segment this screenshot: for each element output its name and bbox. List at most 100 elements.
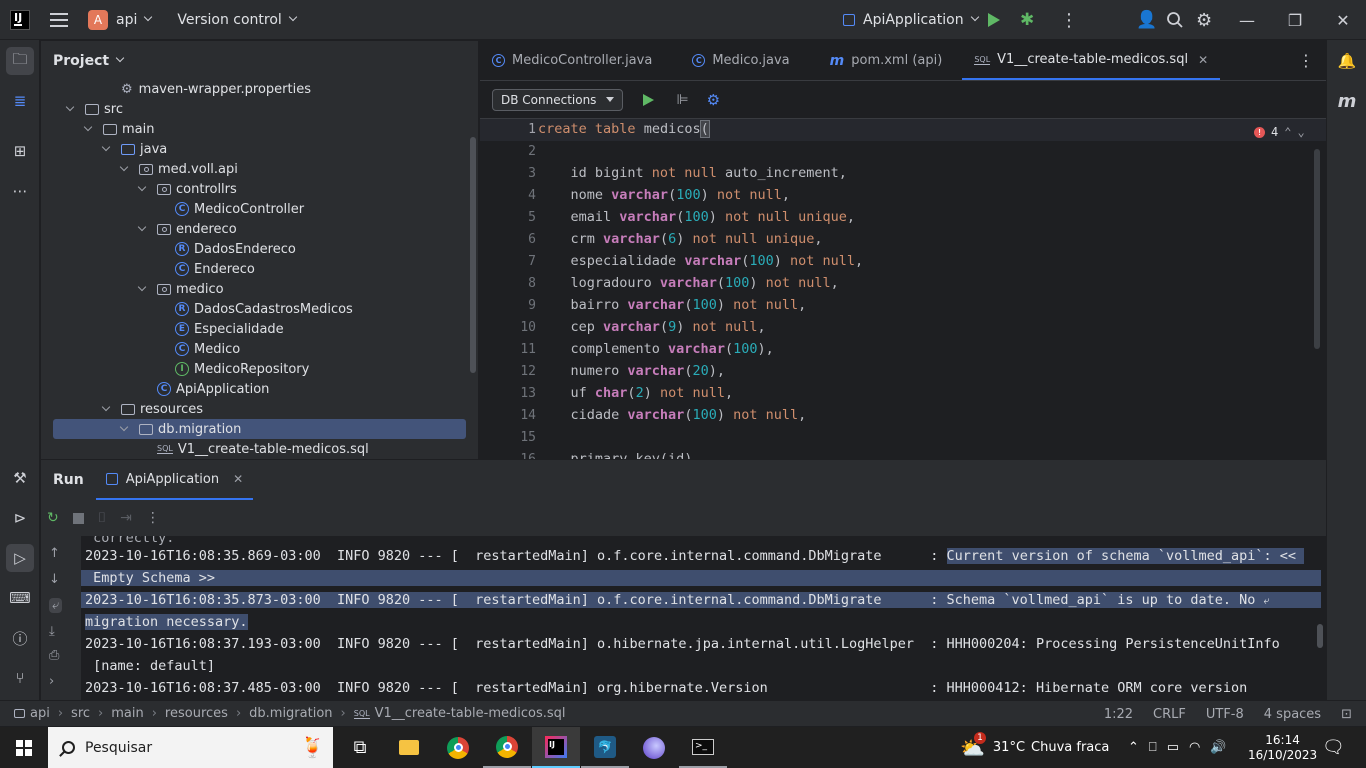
maximize-button[interactable]: ❐ <box>1272 0 1318 40</box>
services-tool-button[interactable]: ⊳ <box>6 504 34 532</box>
scroll-to-end-icon[interactable]: ⤓ <box>49 624 55 639</box>
close-button[interactable]: ✕ <box>1320 0 1366 40</box>
chevron-down-icon[interactable] <box>119 422 129 432</box>
run-config-selector[interactable]: ApiApplication <box>843 0 979 40</box>
execute-file-icon[interactable]: ⊫ <box>676 92 688 108</box>
show-hidden-icons-icon[interactable]: ⌃ <box>1128 740 1139 755</box>
terminal-tool-button[interactable]: ⌨ <box>6 584 34 612</box>
db-connections-dropdown[interactable]: DB Connections <box>492 88 624 111</box>
tab-pom[interactable]: m pom.xml (api) <box>818 41 955 80</box>
battery-icon[interactable]: ▭ <box>1167 740 1179 755</box>
chevron-down-icon[interactable] <box>137 182 147 192</box>
device-icon[interactable]: ⎕ <box>1149 740 1157 755</box>
main-menu-icon[interactable] <box>50 12 68 27</box>
tree-item[interactable]: main <box>41 119 467 139</box>
print-icon[interactable]: ⎙ <box>49 648 59 663</box>
minimize-button[interactable]: — <box>1224 0 1270 40</box>
tree-item[interactable]: medico <box>41 279 467 299</box>
breadcrumb-item[interactable]: resources <box>165 706 228 721</box>
line-separator[interactable]: CRLF <box>1153 707 1186 722</box>
settings-gear-icon[interactable]: ⚙ <box>707 91 720 109</box>
more-tools-button[interactable]: ⋯ <box>6 177 34 205</box>
chevron-down-icon[interactable] <box>65 102 75 112</box>
tree-item[interactable]: src <box>41 99 467 119</box>
database-tool-button[interactable]: ≣ <box>6 87 34 115</box>
execute-icon[interactable] <box>643 93 655 106</box>
breadcrumb-item[interactable]: api <box>30 706 50 721</box>
start-button[interactable] <box>0 727 48 768</box>
intellij-button[interactable]: IJ <box>532 727 580 768</box>
build-tool-button[interactable]: ⚒ <box>6 464 34 492</box>
wifi-icon[interactable]: ◠ <box>1189 740 1200 755</box>
console-output[interactable]: correctly. 2023-10-16T16:08:35.869-03:00… <box>81 536 1326 700</box>
tree-item[interactable]: java <box>41 139 467 159</box>
browser-app-button[interactable] <box>630 727 678 768</box>
mysql-workbench-button[interactable]: 🐬 <box>581 727 629 768</box>
settings-button[interactable]: ⚙ <box>1196 0 1212 40</box>
console-scrollbar[interactable] <box>1317 624 1323 648</box>
run-tool-button[interactable]: ▷ <box>6 544 34 572</box>
tree-item[interactable]: I MedicoRepository <box>41 359 467 379</box>
weather-widget[interactable]: ⛅ 1 31°C Chuva fraca <box>960 727 1109 768</box>
tree-item[interactable]: endereco <box>41 219 467 239</box>
chevron-down-icon[interactable] <box>288 12 298 21</box>
chrome-button[interactable] <box>434 727 482 768</box>
search-button[interactable] <box>1166 0 1184 40</box>
tree-item[interactable]: C ApiApplication <box>41 379 467 399</box>
previous-highlight-icon[interactable]: ⌃ <box>1284 125 1291 139</box>
run-button[interactable] <box>988 0 1000 40</box>
taskbar-search[interactable]: Pesquisar 🍹 <box>48 727 333 768</box>
project-panel-header[interactable]: Project <box>41 41 478 81</box>
notifications-button[interactable]: 🔔 <box>1333 47 1361 75</box>
close-tab-icon[interactable]: ✕ <box>233 472 243 486</box>
chevron-down-icon[interactable] <box>144 12 153 21</box>
more-actions-button[interactable]: ⋮ <box>1060 0 1078 40</box>
scroll-up-icon[interactable]: ↑ <box>49 546 60 561</box>
breadcrumb-item[interactable]: db.migration <box>249 706 332 721</box>
tree-item[interactable]: controllrs <box>41 179 467 199</box>
terminal-button[interactable]: >_ <box>679 727 727 768</box>
caret-position[interactable]: 1:22 <box>1104 707 1133 722</box>
chrome-profile-button[interactable] <box>483 727 531 768</box>
task-view-button[interactable]: ⧉ <box>336 727 384 768</box>
code-area[interactable]: 1 2 3 4 5 6 7 8 9 10 11 12 13 14 15 16 c… <box>480 119 1326 459</box>
tab-sql[interactable]: SQL V1__create-table-medicos.sql ✕ <box>962 41 1221 80</box>
git-tool-button[interactable]: ⑂ <box>6 664 34 692</box>
more-vertical-icon[interactable]: ⋮ <box>146 510 160 526</box>
project-tool-button[interactable]: 🗀 <box>6 47 34 75</box>
tree-item-selected[interactable]: db.migration <box>53 419 466 439</box>
editor-scrollbar[interactable] <box>1314 149 1320 349</box>
maven-tool-button[interactable]: m <box>1333 87 1361 115</box>
tree-item[interactable]: C Medico <box>41 339 467 359</box>
rerun-icon[interactable]: ↻ <box>47 510 59 526</box>
project-scrollbar[interactable] <box>470 137 476 373</box>
tree-item[interactable]: ⚙ maven-wrapper.properties <box>41 79 467 99</box>
tree-item[interactable]: resources <box>41 399 467 419</box>
version-control-menu[interactable]: Version control <box>177 12 281 28</box>
tree-item[interactable]: R DadosEndereco <box>41 239 467 259</box>
project-badge[interactable]: A <box>88 9 108 30</box>
next-highlight-icon[interactable]: ⌄ <box>1297 125 1304 139</box>
tabs-more-icon[interactable]: ⋮ <box>1298 51 1314 70</box>
chevron-down-icon[interactable] <box>115 53 125 63</box>
stop-icon[interactable] <box>72 512 84 524</box>
debug-button[interactable]: ✱ <box>1020 0 1034 40</box>
chevron-down-icon[interactable] <box>83 122 93 132</box>
tree-item[interactable]: SQL V1__create-table-medicos.sql <box>41 439 467 459</box>
breadcrumb-item[interactable]: src <box>71 706 90 721</box>
lock-icon[interactable]: ⊡ <box>1341 707 1352 722</box>
file-explorer-button[interactable] <box>385 727 433 768</box>
tab-medico[interactable]: C Medico.java <box>680 41 801 80</box>
problems-tool-button[interactable]: ⓘ <box>6 624 34 652</box>
chevron-down-icon[interactable] <box>101 402 111 412</box>
breadcrumb-item[interactable]: main <box>111 706 143 721</box>
chevron-down-icon[interactable] <box>119 162 129 172</box>
soft-wrap-icon[interactable]: ⤶ <box>49 598 63 613</box>
tree-item[interactable]: C MedicoController <box>41 199 467 219</box>
camera-icon[interactable]: ⌷ <box>98 510 106 526</box>
tree-item[interactable]: R DadosCadastrosMedicos <box>41 299 467 319</box>
tree-item[interactable]: E Especialidade <box>41 319 467 339</box>
intellij-logo-icon[interactable]: IJ <box>10 9 30 30</box>
indent-setting[interactable]: 4 spaces <box>1264 707 1321 722</box>
file-encoding[interactable]: UTF-8 <box>1206 707 1244 722</box>
